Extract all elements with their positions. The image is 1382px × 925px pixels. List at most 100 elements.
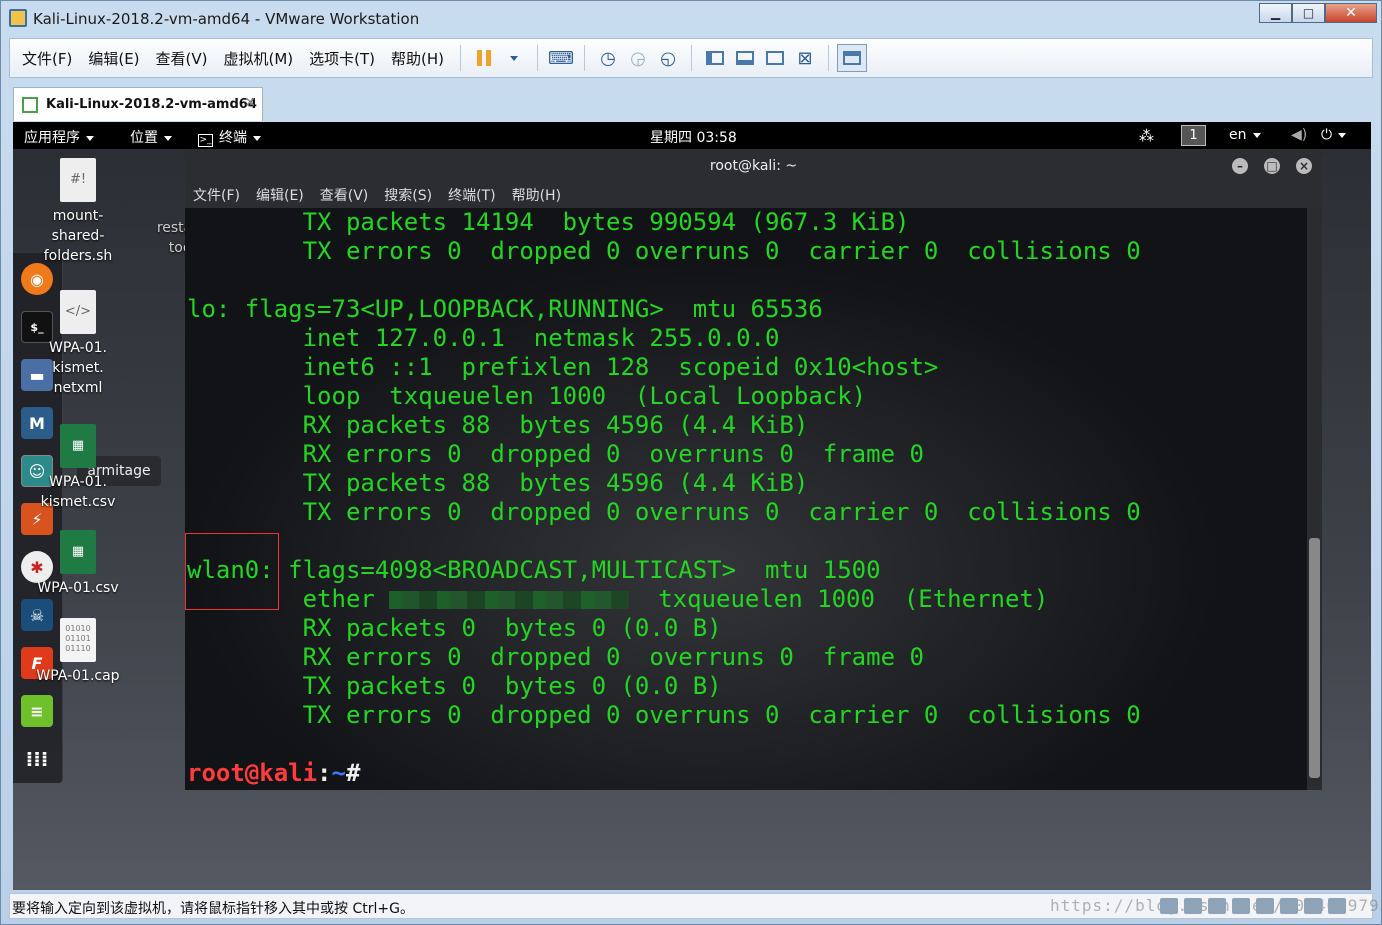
terminal-menu-help[interactable]: 帮助(H) — [512, 185, 561, 205]
file-label-line: kismet. — [52, 360, 104, 376]
terminal-menu-terminal[interactable]: 终端(T) — [448, 185, 495, 205]
console-view-icon[interactable] — [730, 44, 760, 72]
desktop-file-wpa-cap[interactable]: 01010 01101 01110 WPA-01.cap — [23, 618, 133, 686]
vm-tab-icon — [22, 96, 38, 113]
file-label-line: WPA-01.csv — [37, 580, 119, 596]
tab-kali[interactable]: Kali-Linux-2018.2-vm-amd64 ✕ — [13, 87, 263, 121]
places-label: 位置 — [130, 130, 158, 146]
file-label-line: WPA-01. — [49, 340, 107, 356]
desktop-file-wpa-kismet-netxml[interactable]: </> WPA-01. kismet. netxml — [23, 290, 133, 398]
power-menu[interactable]: ⏻ — [1321, 127, 1347, 143]
show-apps-icon[interactable]: ⁞⁞⁞ — [21, 743, 53, 775]
revert-snapshot-icon[interactable]: ◶ — [623, 44, 653, 72]
usb-icon[interactable] — [1232, 898, 1250, 914]
file-label-line: WPA-01. — [49, 474, 107, 490]
binary-file-icon: 01010 01101 01110 — [60, 618, 96, 662]
chevron-down-icon — [164, 135, 172, 141]
terminal-header: root@kali: ~ – □ × — [185, 150, 1322, 181]
power-icon: ⏻ — [1321, 127, 1333, 143]
maximize-icon[interactable]: □ — [1264, 158, 1280, 174]
toolbar-separator — [537, 45, 539, 71]
printer-icon[interactable] — [1280, 898, 1298, 914]
volume-icon[interactable]: ◀) — [1291, 127, 1307, 143]
file-label-line: netxml — [53, 380, 103, 396]
sidebar-icon[interactable] — [700, 44, 730, 72]
terminal-line: TX errors 0 dropped 0 overruns 0 carrier… — [187, 237, 1141, 265]
close-icon[interactable]: × — [1296, 158, 1312, 174]
terminal-output[interactable]: TX packets 14194 bytes 990594 (967.3 KiB… — [185, 208, 1307, 790]
spreadsheet-file-icon: ▦ — [60, 530, 96, 574]
file-label-line: mount- — [52, 208, 104, 224]
library-icon[interactable] — [837, 44, 868, 72]
terminal-line: TX packets 14194 bytes 990594 (967.3 KiB… — [187, 208, 910, 236]
dropdown-icon[interactable] — [499, 44, 529, 72]
snapshot-icon[interactable]: ◷ — [593, 44, 623, 72]
network-icon[interactable]: ⁂ — [1139, 127, 1154, 145]
script-file-icon: #! — [60, 158, 96, 202]
network-adapter-icon[interactable] — [1208, 898, 1226, 914]
terminal-scrollbar[interactable] — [1307, 208, 1322, 790]
minimize-button[interactable]: ▁ — [1259, 3, 1292, 23]
window-controls: ▁ □ ✕ — [1259, 3, 1377, 23]
terminal-menu-search[interactable]: 搜索(S) — [384, 185, 432, 205]
terminal-line: RX packets 88 bytes 4596 (4.4 KiB) — [187, 411, 809, 439]
gnome-top-bar: 应用程序 位置 >_ 终端 星期四 03:58 ⁂ 1 en ◀) ⏻ — [13, 122, 1371, 149]
vmware-tabbar: Kali-Linux-2018.2-vm-amd64 ✕ — [9, 81, 1373, 121]
xml-file-icon: </> — [60, 290, 96, 334]
menu-vm[interactable]: 虚拟机(M) — [216, 48, 302, 69]
places-menu[interactable]: 位置 — [130, 127, 172, 147]
terminal-line: loop txqueuelen 1000 (Local Loopback) — [187, 382, 867, 410]
menu-help[interactable]: 帮助(H) — [383, 48, 452, 69]
scrollbar-thumb[interactable] — [1309, 538, 1320, 778]
minimize-icon[interactable]: – — [1232, 158, 1248, 174]
terminal-line: RX packets 0 bytes 0 (0.0 B) — [187, 614, 722, 642]
menu-edit[interactable]: 编辑(E) — [80, 48, 147, 69]
maximize-button[interactable]: □ — [1292, 3, 1325, 23]
workspace-indicator[interactable]: 1 — [1181, 125, 1206, 146]
ether-prefix: ether — [187, 585, 390, 613]
message-icon[interactable] — [1328, 898, 1346, 914]
desktop-file-mount-shared-folders[interactable]: #! mount- shared- folders.sh — [23, 158, 133, 266]
cd-drive-icon[interactable] — [1184, 898, 1202, 914]
terminal-menubar: 文件(F) 编辑(E) 查看(V) 搜索(S) 终端(T) 帮助(H) — [185, 181, 1322, 208]
tab-close-icon[interactable]: ✕ — [244, 95, 256, 111]
terminal-menu-file[interactable]: 文件(F) — [193, 185, 240, 205]
file-label-line: folders.sh — [43, 248, 113, 264]
applications-menu[interactable]: 应用程序 — [24, 127, 94, 147]
chevron-down-icon — [86, 135, 94, 141]
terminal-line: lo: flags=73<UP,LOOPBACK,RUNNING> mtu 65… — [187, 295, 823, 323]
terminal-line: wlan0: flags=4098<BROADCAST,MULTICAST> m… — [187, 556, 881, 584]
unity-icon[interactable]: ⊠ — [790, 44, 820, 72]
pause-icon[interactable] — [469, 44, 499, 72]
display-icon[interactable] — [1304, 898, 1322, 914]
guest-screen[interactable]: 应用程序 位置 >_ 终端 星期四 03:58 ⁂ 1 en ◀) ⏻ ◉ $_ … — [13, 122, 1371, 890]
applications-label: 应用程序 — [24, 130, 80, 146]
close-button[interactable]: ✕ — [1325, 3, 1377, 23]
hard-disk-icon[interactable] — [1160, 898, 1178, 914]
tab-label: Kali-Linux-2018.2-vm-amd64 — [46, 97, 257, 112]
toolbar-separator — [460, 45, 462, 71]
vmware-menubar: 文件(F) 编辑(E) 查看(V) 虚拟机(M) 选项卡(T) 帮助(H) ⌨ … — [9, 38, 1373, 78]
desktop-file-wpa-kismet-csv[interactable]: ▦ WPA-01. kismet.csv — [23, 424, 133, 512]
menu-view[interactable]: 查看(V) — [148, 48, 216, 69]
menu-file[interactable]: 文件(F) — [10, 48, 80, 69]
prompt-hash: # — [345, 759, 375, 787]
terminal-menu-edit[interactable]: 编辑(E) — [256, 185, 304, 205]
terminal-title: root@kali: ~ — [709, 158, 798, 174]
menu-tabs[interactable]: 选项卡(T) — [301, 48, 383, 69]
device-status-icons — [1160, 898, 1346, 914]
terminal-app-menu[interactable]: >_ 终端 — [198, 127, 261, 147]
snapshot-manager-icon[interactable]: ◵ — [653, 44, 683, 72]
prompt-sep: : — [317, 759, 332, 787]
sound-icon[interactable] — [1256, 898, 1274, 914]
leafpad-icon[interactable]: ≡ — [21, 695, 53, 727]
file-label-line: shared- — [51, 228, 105, 244]
vmware-window: Kali-Linux-2018.2-vm-amd64 - VMware Work… — [0, 0, 1382, 925]
desktop-file-wpa-csv[interactable]: ▦ WPA-01.csv — [23, 530, 133, 598]
send-keys-icon[interactable]: ⌨ — [546, 44, 576, 72]
language-menu[interactable]: en — [1229, 127, 1261, 143]
clock[interactable]: 星期四 03:58 — [650, 127, 737, 147]
fullscreen-icon[interactable] — [760, 44, 790, 72]
shell-prompt: root@kali:~# — [187, 759, 375, 788]
terminal-menu-view[interactable]: 查看(V) — [320, 185, 369, 205]
